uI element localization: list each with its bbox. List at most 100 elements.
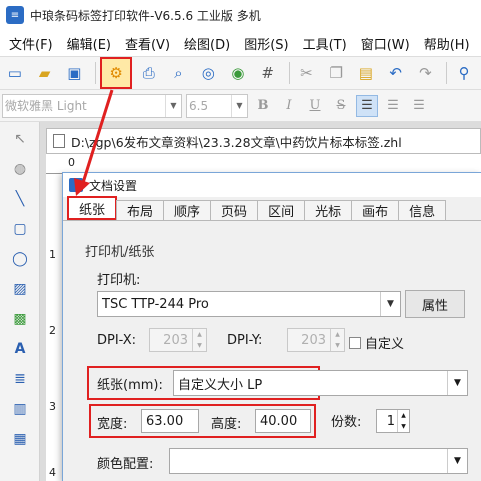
select-pointer-icon[interactable]: ↖: [5, 126, 35, 152]
menu-tools[interactable]: 工具(T): [296, 34, 354, 53]
database-connect-icon[interactable]: ◉: [225, 60, 251, 86]
copies-value: 1: [386, 413, 395, 429]
ruler-tick-label: 0: [68, 156, 75, 169]
tab-info[interactable]: 信息: [398, 200, 447, 220]
properties-button[interactable]: 属性: [405, 290, 465, 318]
zoom-icon[interactable]: ⚲: [451, 60, 477, 86]
tab-canvas[interactable]: 画布: [351, 200, 400, 220]
menu-window[interactable]: 窗口(W): [354, 34, 417, 53]
underline-button[interactable]: U: [304, 95, 326, 117]
dpi-y-label: DPI-Y:: [227, 333, 263, 348]
text-tool-icon[interactable]: A: [5, 336, 35, 362]
menu-help[interactable]: 帮助(H): [417, 34, 477, 53]
chevron-down-icon[interactable]: ▼: [231, 94, 247, 117]
menu-bar: 文件(F) 编辑(E) 查看(V) 绘图(D) 图形(S) 工具(T) 窗口(W…: [0, 30, 481, 56]
document-settings-gear-icon[interactable]: ⚙: [100, 57, 132, 89]
font-family-select[interactable]: 微软雅黑 Light ▼: [2, 93, 182, 118]
bold-button[interactable]: B: [252, 95, 274, 117]
tab-cursor[interactable]: 光标: [304, 200, 353, 220]
window-title: 中琅条码标签打印软件-V6.5.6 工业版 多机: [30, 8, 261, 23]
width-input[interactable]: 63.00: [141, 409, 199, 433]
font-family-value: 微软雅黑 Light: [5, 99, 87, 113]
app-logo-icon: ≡: [6, 6, 24, 24]
print-icon[interactable]: ⎙: [136, 60, 162, 86]
menu-shape[interactable]: 图形(S): [237, 34, 295, 53]
image-tool-icon[interactable]: ▩: [5, 306, 35, 332]
font-size-select[interactable]: 6.5 ▼: [186, 93, 248, 118]
height-input[interactable]: 40.00: [255, 409, 311, 433]
picture-tool-icon[interactable]: ▨: [5, 276, 35, 302]
ruler-tick-label: 1: [49, 248, 56, 261]
tab-range[interactable]: 区间: [257, 200, 306, 220]
copies-label: 份数:: [331, 415, 362, 430]
toolbar-divider: [288, 62, 290, 84]
align-center-icon[interactable]: ☰: [382, 95, 404, 117]
color-config-label: 颜色配置:: [97, 457, 154, 472]
grid-icon[interactable]: #: [255, 60, 281, 86]
chevron-down-icon[interactable]: ▼: [380, 292, 400, 316]
align-left-icon[interactable]: ☰: [356, 94, 378, 117]
document-tab[interactable]: D:\zgp\6发布文章资料\23.3.28文章\中药饮片标本标签.zhl: [46, 128, 481, 154]
document-path: D:\zgp\6发布文章资料\23.3.28文章\中药饮片标本标签.zhl: [71, 134, 402, 150]
chevron-down-icon[interactable]: ▼: [447, 371, 467, 395]
rounded-rect-tool-icon[interactable]: ▢: [5, 216, 35, 242]
custom-dpi-checkbox[interactable]: 自定义: [349, 333, 404, 352]
drawing-toolbar: ↖ ◍ ╲ ▢ ◯ ▨ ▩ A ≣ ▥ ▦: [0, 122, 40, 481]
dpi-y-value: 203: [301, 332, 326, 348]
menu-view[interactable]: 查看(V): [118, 34, 177, 53]
dialog-tabs: 纸张 布局 顺序 页码 区间 光标 画布 信息: [63, 196, 481, 221]
font-size-value: 6.5: [189, 98, 209, 113]
spinner-icon[interactable]: ▲ ▼: [397, 410, 409, 432]
line-tool-icon[interactable]: ╲: [5, 186, 35, 212]
tab-paper[interactable]: 纸张: [67, 196, 118, 220]
main-toolbar: ▭ ▰ ▣ ⚙ ⎙ ⌕ ◎ ◉ # ✂ ❐ ▤ ↶ ↷ ⚲: [0, 56, 481, 90]
custom-dpi-label: 自定义: [365, 337, 405, 352]
circle-tool-icon[interactable]: ◍: [5, 156, 35, 182]
qrcode-tool-icon[interactable]: ▦: [5, 426, 35, 452]
undo-icon[interactable]: ↶: [383, 60, 409, 86]
tab-order[interactable]: 顺序: [163, 200, 212, 220]
dialog-title: 文档设置: [89, 178, 138, 193]
ellipse-tool-icon[interactable]: ◯: [5, 246, 35, 272]
dpi-x-input[interactable]: 203 ▲ ▼: [149, 328, 207, 352]
copy-icon[interactable]: ❐: [323, 60, 349, 86]
save-icon[interactable]: ▣: [61, 60, 87, 86]
file-icon: [53, 134, 65, 148]
copies-input[interactable]: 1 ▲ ▼: [376, 409, 410, 433]
print-preview-icon[interactable]: ⌕: [166, 60, 192, 86]
chevron-down-icon[interactable]: ▼: [447, 449, 467, 473]
paper-size-select[interactable]: 自定义大小 LP ▼: [173, 370, 468, 396]
font-toolbar: 微软雅黑 Light ▼ 6.5 ▼ B I U S ☰ ☰ ☰: [0, 90, 481, 122]
spinner-icon[interactable]: ▲ ▼: [192, 329, 206, 351]
cut-icon[interactable]: ✂: [294, 60, 320, 86]
dpi-x-value: 203: [163, 332, 188, 348]
tab-layout[interactable]: 布局: [116, 200, 165, 220]
toolbar-divider: [95, 62, 97, 84]
menu-file[interactable]: 文件(F): [2, 34, 60, 53]
italic-button[interactable]: I: [278, 95, 300, 117]
chevron-down-icon[interactable]: ▼: [165, 94, 181, 117]
new-document-icon[interactable]: ▭: [2, 60, 28, 86]
redo-icon[interactable]: ↷: [413, 60, 439, 86]
ruler-tick-label: 3: [49, 400, 56, 413]
height-label: 高度:: [211, 417, 242, 432]
menu-edit[interactable]: 编辑(E): [60, 34, 118, 53]
barcode-tool-icon[interactable]: ▥: [5, 396, 35, 422]
paragraph-tool-icon[interactable]: ≣: [5, 366, 35, 392]
document-settings-dialog: 文档设置 纸张 布局 顺序 页码 区间 光标 画布 信息 打印机/纸张 打印机:…: [62, 172, 481, 481]
dpi-y-input[interactable]: 203 ▲ ▼: [287, 328, 345, 352]
toolbar-divider: [446, 62, 448, 84]
checkbox-icon[interactable]: [349, 336, 361, 349]
horizontal-ruler: 0: [46, 154, 481, 174]
paste-icon[interactable]: ▤: [353, 60, 379, 86]
strikethrough-button[interactable]: S: [330, 95, 352, 117]
tab-page-number[interactable]: 页码: [210, 200, 259, 220]
align-right-icon[interactable]: ☰: [408, 95, 430, 117]
paper-size-value: 自定义大小 LP: [178, 377, 263, 393]
printer-select[interactable]: TSC TTP-244 Pro ▼: [97, 291, 401, 317]
database-icon[interactable]: ◎: [195, 60, 221, 86]
open-folder-icon[interactable]: ▰: [32, 60, 58, 86]
color-config-select[interactable]: ▼: [169, 448, 468, 474]
menu-draw[interactable]: 绘图(D): [177, 34, 237, 53]
spinner-icon[interactable]: ▲ ▼: [330, 329, 344, 351]
